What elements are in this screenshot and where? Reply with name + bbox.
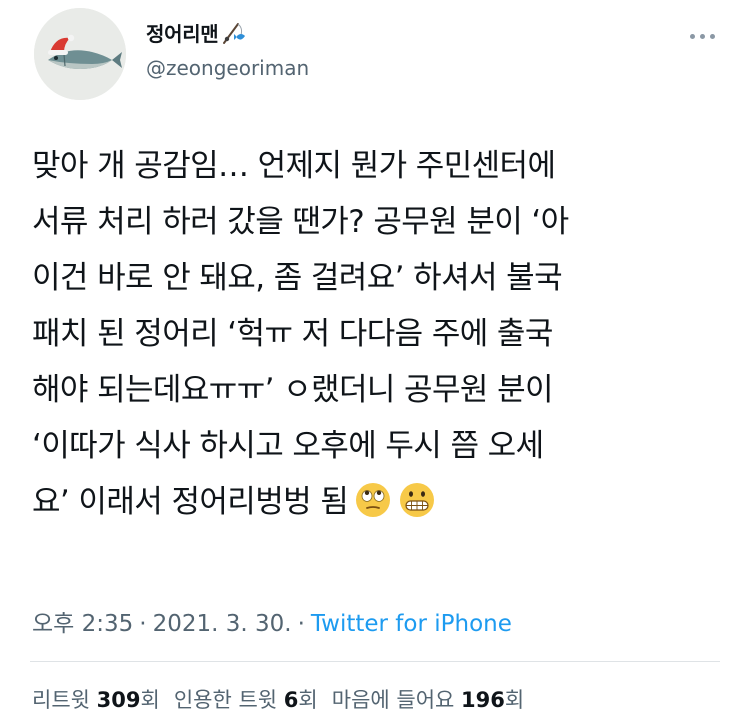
avatar[interactable] — [34, 8, 126, 100]
tweet-text-line: 요’ 이래서 정어리벙벙 됨 — [32, 484, 349, 520]
sardine-with-santa-hat-icon — [34, 8, 126, 100]
retweets-unit: 회 — [140, 688, 160, 712]
quotes-stat[interactable]: 인용한 트윗 6회 — [174, 684, 318, 714]
quotes-unit: 회 — [298, 688, 318, 712]
meta-separator: · — [297, 611, 305, 637]
tweet-text-last-line: 요’ 이래서 정어리벙벙 됨 — [32, 474, 722, 530]
divider — [30, 661, 720, 662]
likes-unit: 회 — [504, 688, 525, 712]
author-handle[interactable]: @zeongeoriman — [146, 56, 309, 80]
meta-separator: · — [139, 611, 147, 637]
tweet-text-line: 맞아 개 공감임… 언제지 뭔가 주민센터에 — [32, 148, 556, 184]
display-name[interactable]: 정어리맨 — [146, 18, 219, 47]
face-with-rolling-eyes-emoji — [356, 483, 391, 517]
tweet-text: 맞아 개 공감임… 언제지 뭔가 주민센터에 서류 처리 하러 갔을 땐가? 공… — [32, 138, 722, 530]
likes-stat[interactable]: 마음에 들어요 196회 — [332, 684, 524, 714]
tweet-stats: 리트윗 309회 인용한 트윗 6회 마음에 들어요 196회 — [32, 684, 538, 714]
tweet-meta: 오후 2:35 · 2021. 3. 30. · Twitter for iPhone — [32, 604, 512, 638]
retweets-stat[interactable]: 리트윗 309회 — [32, 684, 160, 714]
source-link[interactable]: Twitter for iPhone — [311, 611, 512, 637]
dot — [689, 33, 695, 39]
tweet-text-line: 서류 처리 하러 갔을 땐가? 공무원 분이 ‘아 — [32, 204, 569, 240]
quotes-label: 인용한 트윗 — [173, 688, 278, 712]
tweet-text-line: ‘이따가 식사 하시고 오후에 두시 쯤 오세 — [32, 428, 544, 464]
tweet-date[interactable]: 2021. 3. 30. — [153, 611, 292, 637]
dot — [699, 33, 705, 39]
grimacing-face-emoji — [400, 483, 435, 517]
likes-count: 196 — [461, 688, 505, 712]
more-dots-icon[interactable] — [684, 26, 720, 46]
tweet-time[interactable]: 오후 2:35 — [32, 611, 133, 637]
tweet-text-line: 해야 되는데요ㅠㅠ’ ㅇ랬더니 공무원 분이 — [32, 372, 554, 408]
likes-label: 마음에 들어요 — [331, 688, 455, 712]
retweets-count: 309 — [96, 688, 141, 712]
tweet-text-line: 이건 바로 안 돼요, 좀 걸려요’ 하셔서 불국 — [32, 260, 563, 296]
author-name-row: 정어리맨 — [146, 18, 247, 47]
tweet-text-line: 패치 된 정어리 ‘헉ㅠ 저 다다음 주에 출국 — [32, 316, 553, 352]
quotes-count: 6 — [283, 688, 299, 712]
dot — [709, 33, 715, 39]
tweet-card: 정어리맨 @zeongeoriman 맞아 개 공감임… 언제지 뭔가 주민센터… — [0, 0, 750, 725]
fishing-pole-emoji — [223, 22, 246, 44]
retweets-label: 리트윗 — [32, 688, 90, 712]
